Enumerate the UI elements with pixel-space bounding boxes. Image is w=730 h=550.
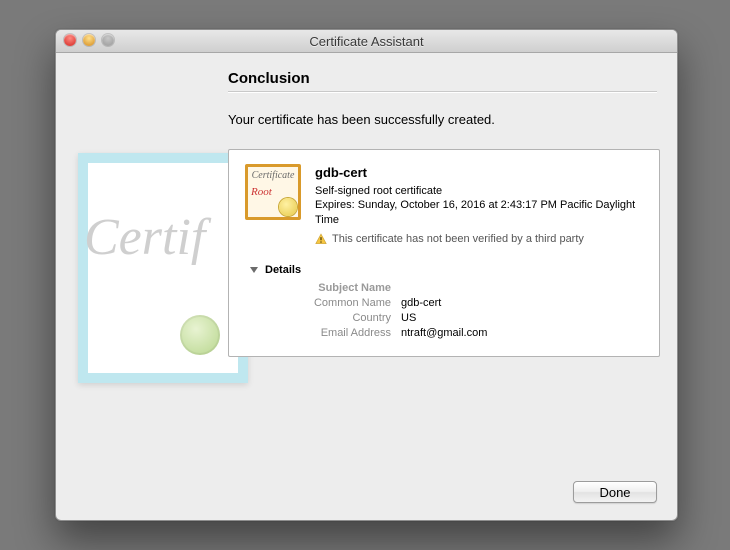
seal-icon (180, 315, 220, 355)
email-row: Email Address ntraft@gmail.com (245, 327, 643, 339)
certificate-background-icon: Certif (78, 153, 248, 383)
close-button[interactable] (64, 34, 76, 46)
common-name-row: Common Name gdb-cert (245, 297, 643, 309)
email-value: ntraft@gmail.com (401, 327, 487, 339)
details-label: Details (265, 264, 301, 276)
certificate-summary: Certificate Root gdb-cert Self-signed ro… (245, 164, 643, 250)
details-section: Subject Name Common Name gdb-cert Countr… (245, 282, 643, 339)
warning-icon (315, 233, 327, 250)
warning-text: This certificate has not been verified b… (332, 232, 584, 250)
certificate-icon: Certificate Root (245, 164, 301, 220)
divider (228, 91, 657, 92)
footer: Done (573, 481, 657, 503)
certificate-name: gdb-cert (315, 164, 643, 182)
seal-badge-icon (279, 198, 297, 216)
window-title: Certificate Assistant (309, 34, 423, 49)
titlebar: Certificate Assistant (56, 30, 677, 53)
certificate-panel: Certificate Root gdb-cert Self-signed ro… (228, 149, 660, 357)
warning-row: This certificate has not been verified b… (315, 232, 643, 250)
country-row: Country US (245, 312, 643, 324)
zoom-button[interactable] (102, 34, 114, 46)
certificate-assistant-window: Certificate Assistant Certif Conclusion … (55, 29, 678, 521)
page-heading: Conclusion (228, 70, 657, 87)
minimize-button[interactable] (83, 34, 95, 46)
certificate-expires: Expires: Sunday, October 16, 2016 at 2:4… (315, 198, 643, 228)
certificate-kind: Self-signed root certificate (315, 184, 643, 199)
country-value: US (401, 312, 416, 324)
main-content: Conclusion Your certificate has been suc… (228, 70, 657, 357)
chevron-down-icon (249, 265, 259, 275)
common-name-value: gdb-cert (401, 297, 441, 309)
done-button[interactable]: Done (573, 481, 657, 503)
success-message: Your certificate has been successfully c… (228, 112, 657, 127)
details-toggle[interactable]: Details (249, 264, 643, 276)
traffic-lights (64, 34, 114, 46)
subject-name-row: Subject Name (245, 282, 643, 294)
window-body: Certif Conclusion Your certificate has b… (56, 53, 677, 521)
